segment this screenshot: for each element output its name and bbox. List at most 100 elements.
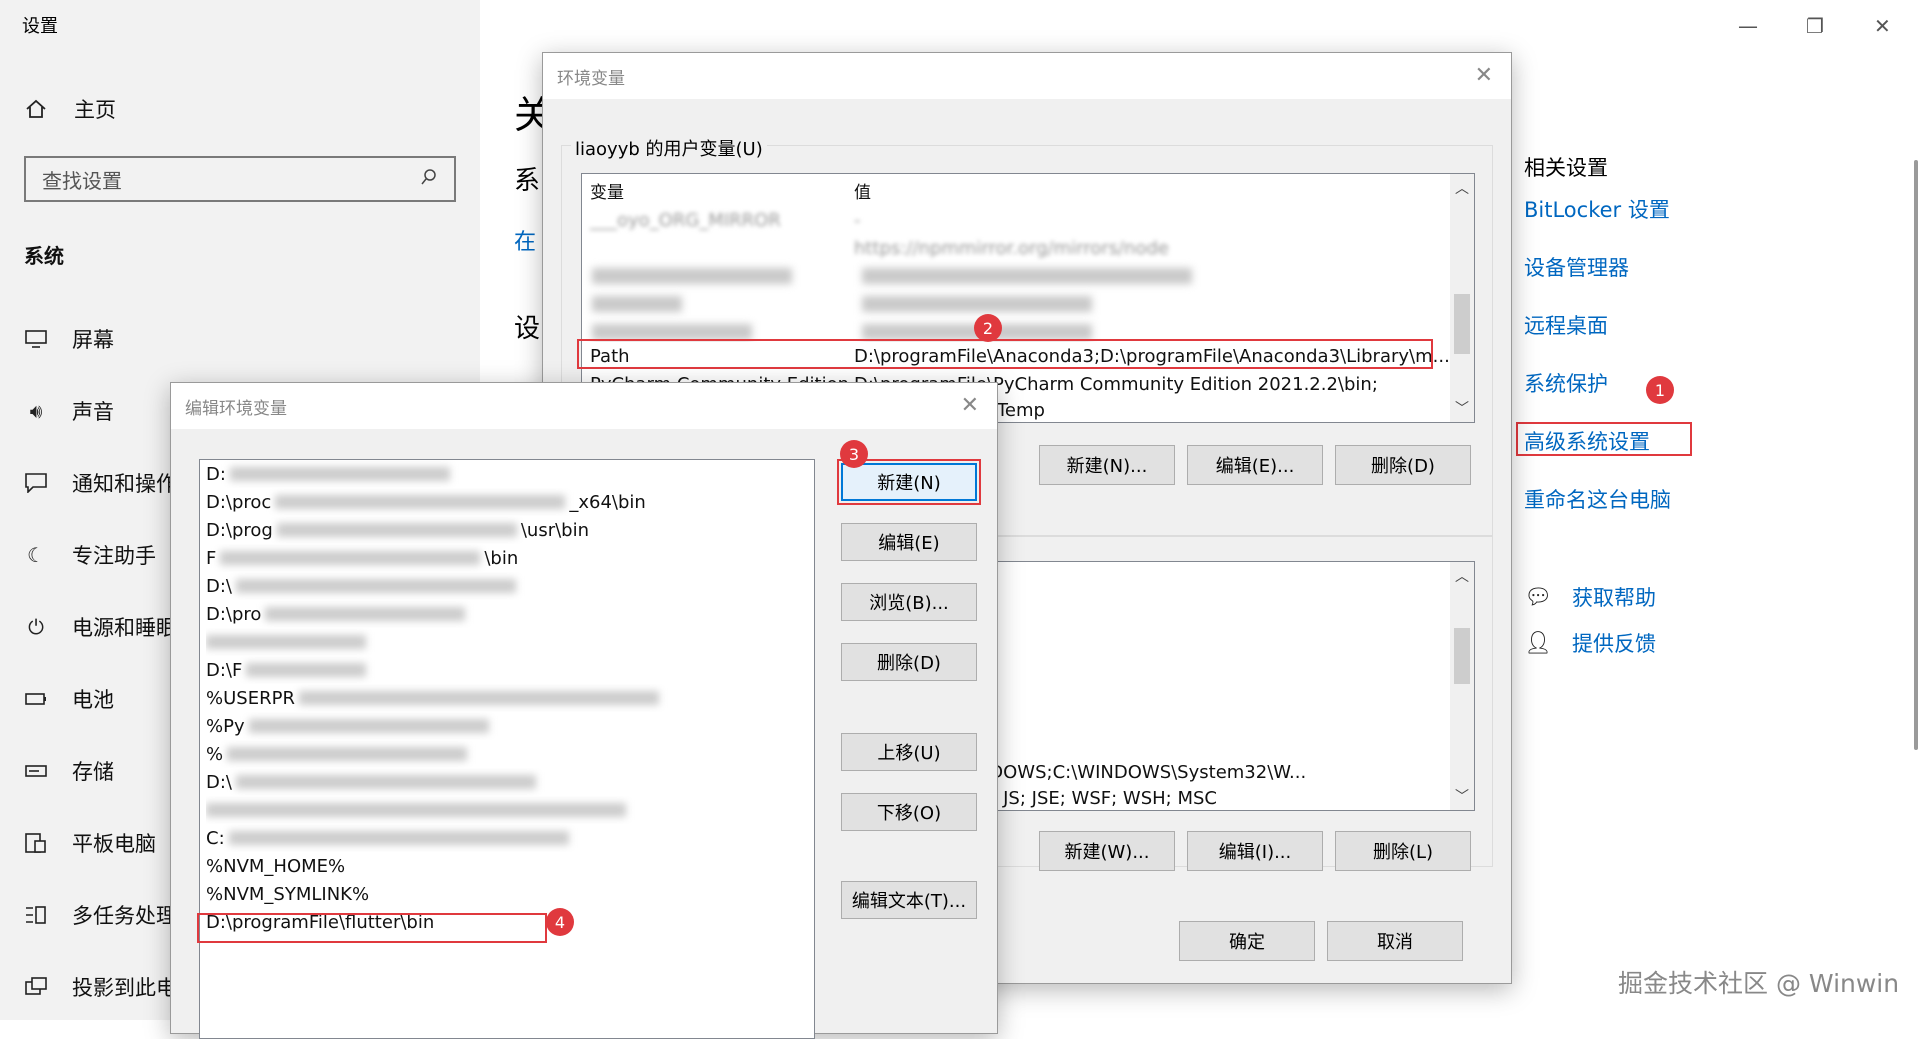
nav-project[interactable]: 投影到此电 — [24, 972, 177, 1002]
search-input[interactable]: 查找设置 — [24, 156, 456, 202]
edit-edit-button[interactable]: 编辑(E) — [841, 523, 977, 561]
list-item[interactable]: %NVM_HOME% — [206, 852, 808, 880]
nav-home-label: 主页 — [74, 98, 116, 122]
list-item[interactable] — [206, 796, 808, 824]
scroll-thumb[interactable] — [1454, 628, 1470, 684]
nav-focus[interactable]: ☾ 专注助手 — [24, 540, 156, 570]
user-delete-button[interactable]: 删除(D) — [1335, 445, 1471, 485]
list-item[interactable]: D:\ — [206, 572, 808, 600]
restore-button[interactable]: ❐ — [1806, 14, 1824, 38]
system-protection-link[interactable]: 系统保护 — [1524, 368, 1608, 398]
nav-power[interactable]: ⏻ 电源和睡眠 — [24, 612, 177, 642]
table-row[interactable]: https://npmmirror.org/mirrors/node — [582, 234, 1450, 262]
tablet-icon — [24, 831, 48, 855]
scroll-down-icon[interactable]: ﹀ — [1450, 786, 1474, 806]
nav-home[interactable]: 主页 — [24, 94, 116, 124]
system-edit-button[interactable]: 编辑(I)... — [1187, 831, 1323, 871]
highlight-flutter-entry — [197, 913, 547, 943]
nav-notifications[interactable]: 通知和操作 — [24, 468, 177, 498]
system-new-button[interactable]: 新建(W)... — [1039, 831, 1175, 871]
highlight-advanced-settings — [1516, 422, 1692, 456]
edit-env-var-dialog: 编辑环境变量 ✕ D: D:\proc _x64\bin D:\prog \usr\… — [170, 382, 998, 1039]
env-dialog-titlebar: 环境变量 ✕ — [543, 53, 1511, 99]
nav-tablet[interactable]: 平板电脑 — [24, 828, 156, 858]
edit-dialog-titlebar: 编辑环境变量 ✕ — [171, 383, 997, 429]
section-system: 系统 — [24, 244, 64, 268]
col-value: 值 — [854, 182, 871, 203]
list-item[interactable]: D:\F — [206, 656, 808, 684]
page-link-partial[interactable]: 在 — [514, 224, 536, 256]
get-help-link[interactable]: 💬︎ 获取帮助 — [1524, 582, 1656, 612]
bitlocker-link[interactable]: BitLocker 设置 — [1524, 194, 1670, 224]
move-up-button[interactable]: 上移(U) — [841, 733, 977, 771]
cancel-button[interactable]: 取消 — [1327, 921, 1463, 961]
system-delete-button[interactable]: 删除(L) — [1335, 831, 1471, 871]
nav-display[interactable]: 屏幕 — [24, 324, 114, 354]
scroll-down-icon[interactable]: ﹀ — [1450, 398, 1474, 418]
feedback-label: 提供反馈 — [1572, 632, 1656, 656]
get-help-label: 获取帮助 — [1572, 586, 1656, 610]
minimize-button[interactable]: — — [1738, 14, 1758, 38]
edit-text-button[interactable]: 编辑文本(T)... — [841, 881, 977, 919]
feedback-link[interactable]: 👤︎ 提供反馈 — [1524, 628, 1656, 658]
table-row[interactable]: ___oyo_ORG_MIRROR - — [582, 206, 1450, 234]
monitor-icon — [24, 327, 48, 351]
list-item[interactable]: %USERPR — [206, 684, 808, 712]
nav-storage[interactable]: 存储 — [24, 756, 114, 786]
scroll-up-icon[interactable]: ︿ — [1450, 178, 1474, 198]
nav-notifications-label: 通知和操作 — [72, 472, 177, 496]
nav-tablet-label: 平板电脑 — [72, 832, 156, 856]
power-icon: ⏻ — [28, 615, 44, 639]
multitask-icon — [24, 903, 48, 927]
list-item[interactable]: % — [206, 740, 808, 768]
nav-sound[interactable]: 🔊︎ 声音 — [24, 396, 114, 426]
home-icon — [24, 97, 48, 121]
scroll-thumb[interactable] — [1454, 294, 1470, 354]
list-item[interactable]: %Py — [206, 712, 808, 740]
nav-multitasking[interactable]: 多任务处理 — [24, 900, 177, 930]
system-vars-scrollbar[interactable]: ︿ ﹀ — [1450, 562, 1474, 810]
ok-button[interactable]: 确定 — [1179, 921, 1315, 961]
path-entries-list[interactable]: D: D:\proc _x64\bin D:\prog \usr\bin F \bin… — [199, 459, 815, 1039]
annotation-badge: 1 — [1646, 376, 1674, 404]
user-new-button[interactable]: 新建(N)... — [1039, 445, 1175, 485]
blurred-row — [592, 324, 752, 340]
remote-desktop-link[interactable]: 远程桌面 — [1524, 310, 1608, 340]
page-scrollbar[interactable] — [1914, 160, 1918, 750]
search-icon — [420, 167, 438, 191]
list-item[interactable]: D:\proc _x64\bin — [206, 488, 808, 516]
list-item[interactable]: C: — [206, 824, 808, 852]
list-item[interactable]: D:\ — [206, 768, 808, 796]
user-vars-label: liaoyyb 的用户变量(U) — [571, 135, 767, 161]
speaker-icon: 🔊︎ — [29, 399, 43, 423]
list-item[interactable]: F \bin — [206, 544, 808, 572]
edit-delete-button[interactable]: 删除(D) — [841, 643, 977, 681]
window-title: 设置 — [22, 16, 58, 37]
nav-power-label: 电源和睡眠 — [72, 616, 177, 640]
blurred-row — [592, 296, 682, 312]
list-item[interactable]: D:\pro — [206, 600, 808, 628]
device-manager-link[interactable]: 设备管理器 — [1524, 252, 1629, 282]
nav-multitasking-label: 多任务处理 — [72, 904, 177, 928]
chat-help-icon: 💬︎ — [1524, 584, 1552, 610]
list-item[interactable] — [206, 628, 808, 656]
col-variable: 变量 — [590, 182, 624, 203]
nav-project-label: 投影到此电 — [72, 976, 177, 1000]
close-button[interactable]: ✕ — [1874, 14, 1891, 38]
blurred-row — [862, 268, 1192, 284]
feedback-person-icon: 👤︎ — [1524, 630, 1552, 656]
env-dialog-close-icon[interactable]: ✕ — [1475, 63, 1493, 88]
nav-battery[interactable]: 电池 — [24, 684, 114, 714]
list-item[interactable]: D:\prog \usr\bin — [206, 516, 808, 544]
user-edit-button[interactable]: 编辑(E)... — [1187, 445, 1323, 485]
list-item[interactable]: %NVM_SYMLINK% — [206, 880, 808, 908]
edit-dialog-close-icon[interactable]: ✕ — [961, 393, 979, 418]
related-settings-title: 相关设置 — [1524, 156, 1608, 180]
rename-pc-link[interactable]: 重命名这台电脑 — [1524, 484, 1671, 514]
scroll-up-icon[interactable]: ︿ — [1450, 566, 1474, 586]
user-vars-scrollbar[interactable]: ︿ ﹀ — [1450, 174, 1474, 422]
move-down-button[interactable]: 下移(O) — [841, 793, 977, 831]
list-item[interactable]: D: — [206, 460, 808, 488]
browse-button[interactable]: 浏览(B)... — [841, 583, 977, 621]
annotation-badge: 3 — [840, 440, 868, 468]
